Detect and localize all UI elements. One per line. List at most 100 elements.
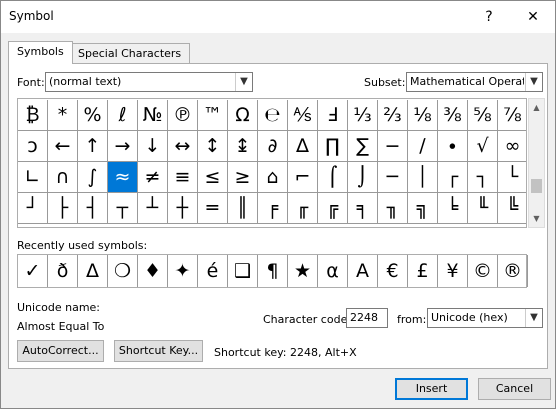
symbol-cell[interactable]: % <box>78 100 108 131</box>
symbol-cell[interactable]: ℮ <box>258 100 288 131</box>
symbol-cell[interactable]: → <box>108 131 138 162</box>
symbol-cell[interactable]: │ <box>408 162 438 193</box>
shortcut-key-button[interactable]: Shortcut Key... <box>114 340 203 362</box>
symbol-cell[interactable]: ≥ <box>228 162 258 193</box>
symbol-cell[interactable]: ┐ <box>468 162 498 193</box>
symbol-cell[interactable]: * <box>48 100 78 131</box>
symbol-cell[interactable]: ™ <box>198 100 228 131</box>
insert-button[interactable]: Insert <box>395 378 468 400</box>
symbol-cell[interactable]: ≡ <box>168 162 198 193</box>
from-select[interactable]: Unicode (hex) ▼ <box>427 308 543 328</box>
symbol-cell[interactable]: ╗ <box>408 193 438 224</box>
recent-symbol-cell[interactable]: ¥ <box>438 255 468 287</box>
grid-scrollbar[interactable]: ▲ ▼ <box>528 98 545 228</box>
symbol-cell[interactable]: ╕ <box>348 193 378 224</box>
symbol-cell[interactable]: ≠ <box>138 162 168 193</box>
symbol-cell[interactable]: ╒ <box>258 193 288 224</box>
recent-symbol-cell[interactable]: Δ <box>78 255 108 287</box>
symbol-cell[interactable]: ┴ <box>138 193 168 224</box>
symbol-cell[interactable]: ╔ <box>318 193 348 224</box>
recent-symbol-cell[interactable]: α <box>318 255 348 287</box>
autocorrect-button[interactable]: AutoCorrect... <box>17 340 104 362</box>
symbol-cell[interactable]: ∟ <box>18 162 48 193</box>
symbol-cell[interactable]: ℓ <box>108 100 138 131</box>
symbol-cell[interactable]: ┘ <box>18 193 48 224</box>
recent-symbol-cell[interactable]: © <box>468 255 498 287</box>
recent-symbol-cell[interactable]: ð <box>48 255 78 287</box>
symbol-cell[interactable]: └ <box>498 162 526 193</box>
symbol-cell[interactable]: ℗ <box>168 100 198 131</box>
tab-symbols[interactable]: Symbols <box>8 41 73 64</box>
scroll-thumb[interactable] <box>531 179 542 193</box>
symbol-cell[interactable]: ∞ <box>498 131 526 162</box>
symbol-cell[interactable]: ← <box>48 131 78 162</box>
symbol-cell[interactable]: Ⅎ <box>318 100 348 131</box>
scroll-down-icon[interactable]: ▼ <box>529 210 544 227</box>
symbol-cell[interactable]: ∆ <box>288 131 318 162</box>
symbol-cell[interactable]: ╖ <box>378 193 408 224</box>
symbol-cell[interactable]: ∩ <box>48 162 78 193</box>
symbol-cell[interactable]: ∂ <box>258 131 288 162</box>
symbol-cell[interactable]: ↔ <box>168 131 198 162</box>
symbol-cell[interactable]: ↑ <box>78 131 108 162</box>
recent-symbol-cell[interactable]: £ <box>408 255 438 287</box>
symbol-cell[interactable]: ╙ <box>468 193 498 224</box>
recent-symbol-cell[interactable]: ❑ <box>228 255 258 287</box>
symbol-cell[interactable]: ⌂ <box>258 162 288 193</box>
symbol-cell[interactable]: ≈ <box>108 162 138 193</box>
symbol-cell[interactable]: ∑ <box>348 131 378 162</box>
recent-symbol-cell[interactable]: A <box>348 255 378 287</box>
symbol-cell[interactable]: ₿ <box>18 100 48 131</box>
symbol-cell[interactable]: ╓ <box>288 193 318 224</box>
symbol-cell[interactable]: ∏ <box>318 131 348 162</box>
symbol-cell[interactable]: № <box>138 100 168 131</box>
tab-special-characters[interactable]: Special Characters <box>69 43 191 64</box>
recent-symbol-cell[interactable]: ❍ <box>108 255 138 287</box>
font-select[interactable]: (normal text) ▼ <box>45 72 253 92</box>
symbol-cell[interactable]: ≤ <box>198 162 228 193</box>
symbol-cell[interactable]: ─ <box>378 162 408 193</box>
recent-symbol-cell[interactable]: ✓ <box>18 255 48 287</box>
symbol-cell[interactable]: ⅞ <box>498 100 526 131</box>
symbol-cell[interactable]: ⅓ <box>348 100 378 131</box>
symbol-cell[interactable]: ┌ <box>438 162 468 193</box>
recent-symbol-cell[interactable]: ✦ <box>168 255 198 287</box>
symbol-cell[interactable]: ⅜ <box>438 100 468 131</box>
recent-symbol-cell[interactable]: ¶ <box>258 255 288 287</box>
symbol-cell[interactable]: ⅛ <box>408 100 438 131</box>
symbol-cell[interactable]: ═ <box>198 193 228 224</box>
symbol-cell[interactable]: ║ <box>228 193 258 224</box>
help-button[interactable]: ? <box>469 3 509 31</box>
symbol-cell[interactable]: ╘ <box>438 193 468 224</box>
recent-symbol-cell[interactable]: ♦ <box>138 255 168 287</box>
symbol-cell[interactable]: ⌠ <box>318 162 348 193</box>
symbol-cell[interactable]: ╚ <box>498 193 526 224</box>
subset-select[interactable]: Mathematical Operators ▼ <box>406 72 543 92</box>
symbol-cell[interactable]: ┬ <box>108 193 138 224</box>
symbol-cell[interactable]: ∙ <box>438 131 468 162</box>
symbol-cell[interactable]: ∫ <box>78 162 108 193</box>
symbol-cell[interactable]: ↕ <box>198 131 228 162</box>
char-code-input[interactable]: 2248 <box>346 308 388 328</box>
symbol-cell[interactable]: ⅔ <box>378 100 408 131</box>
recent-symbol-cell[interactable]: € <box>378 255 408 287</box>
cancel-button[interactable]: Cancel <box>478 378 551 400</box>
symbol-cell[interactable]: ⅝ <box>468 100 498 131</box>
symbol-cell[interactable]: ↓ <box>138 131 168 162</box>
symbol-cell[interactable]: ┼ <box>168 193 198 224</box>
symbol-cell[interactable]: ⌐ <box>288 162 318 193</box>
recent-symbol-cell[interactable]: ★ <box>288 255 318 287</box>
symbol-cell[interactable]: ⌡ <box>348 162 378 193</box>
symbol-cell[interactable]: − <box>378 131 408 162</box>
symbol-cell[interactable]: √ <box>468 131 498 162</box>
recent-symbol-cell[interactable]: é <box>198 255 228 287</box>
symbol-cell[interactable]: ↄ <box>18 131 48 162</box>
symbol-cell[interactable]: ├ <box>48 193 78 224</box>
symbol-cell[interactable]: ┤ <box>78 193 108 224</box>
symbol-cell[interactable]: ∕ <box>408 131 438 162</box>
symbol-cell[interactable]: ↨ <box>228 131 258 162</box>
close-button[interactable]: ✕ <box>513 3 553 31</box>
scroll-up-icon[interactable]: ▲ <box>529 99 544 116</box>
symbol-cell[interactable]: Ω <box>228 100 258 131</box>
symbol-cell[interactable]: ⅍ <box>288 100 318 131</box>
